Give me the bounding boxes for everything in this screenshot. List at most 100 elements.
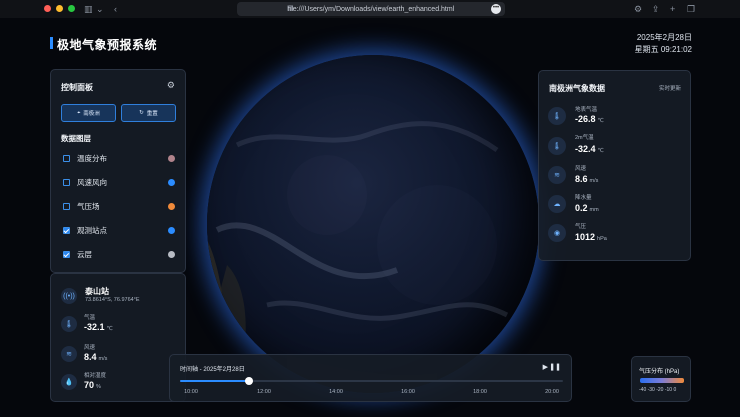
pause-icon[interactable]: ❚❚ [549, 363, 561, 371]
globe-surface [207, 121, 509, 393]
timeline-tick: 20:00 [545, 389, 559, 395]
layer-checkbox[interactable] [63, 154, 70, 162]
url-text: file:///Users/ym/Downloads/view/earth_en… [287, 5, 455, 13]
control-panel: 控制面板 ⚙ ⌖ 南极洲 ↻ 重置 数据图层 温度分布 风速风向 气压场 观测站… [50, 69, 186, 273]
layer-pressure[interactable]: 气压场 [63, 200, 175, 212]
layer-color-dot [168, 154, 175, 162]
more-icon[interactable]: ••• [491, 4, 501, 14]
tab-overview-icon[interactable]: ❐ [687, 3, 695, 15]
antarctica-button-label: 南极洲 [83, 111, 100, 117]
metric-label: 相对湿度 [84, 373, 107, 379]
layer-checkbox[interactable] [63, 202, 70, 210]
metric-value: -32.1 ℃ [84, 322, 113, 332]
back-icon[interactable]: ‹ [114, 3, 117, 15]
layer-color-dot [168, 178, 175, 186]
page-title: 极地气象预报系统 [57, 38, 158, 52]
page-icon: ▤ [287, 5, 294, 12]
gauge-icon: ◉ [548, 224, 566, 242]
legend-gradient [640, 378, 684, 383]
layer-label: 观测站点 [77, 225, 107, 235]
weather-label: 气压 [575, 224, 587, 230]
time-text: 星期五 09:21:02 [634, 45, 692, 54]
chevron-down-icon[interactable]: ⌄ [96, 3, 104, 15]
timeline-panel: 时间轴 - 2025年2月28日 ▶ ❚❚ 10:00 12:00 14:00 … [169, 354, 572, 402]
close-window-button[interactable] [44, 5, 51, 12]
metric-label: 气温 [84, 315, 96, 321]
broadcast-icon: ((•)) [61, 288, 77, 304]
layer-stations[interactable]: 观测站点 [63, 224, 175, 236]
settings-icon[interactable]: ⚙ [167, 80, 175, 91]
thermometer-icon: 🌡 [61, 316, 77, 332]
timeline-tick: 12:00 [257, 389, 271, 395]
station-name: 泰山站 [85, 287, 109, 296]
metric-value: 8.4 m/s [84, 352, 108, 362]
datetime-display: 2025年2月28日 星期五 09:21:02 [635, 32, 692, 56]
layer-clouds[interactable]: 云层 [63, 248, 175, 260]
legend-title: 气压分布 (hPa) [639, 369, 680, 375]
window-controls [44, 5, 75, 12]
weather-value: 0.2 mm [575, 203, 599, 213]
timeline-tick: 10:00 [184, 389, 198, 395]
extension-icon[interactable]: ⚙ [634, 3, 642, 15]
browser-toolbar: ▥ ⌄ ‹ ▤ file:///Users/ym/Downloads/view/… [0, 0, 740, 18]
live-update-label: 实时更新 [658, 86, 681, 92]
layer-checkbox[interactable] [63, 178, 70, 186]
layer-label: 风速风向 [77, 177, 107, 187]
timeline-tick: 14:00 [329, 389, 343, 395]
weather-label: 风速 [575, 166, 587, 172]
sidebar-toggle-icon[interactable]: ▥ [84, 3, 93, 15]
weather-label: 降水量 [575, 195, 592, 201]
share-icon[interactable]: ⇪ [652, 3, 660, 15]
weather-label: 2m气温 [575, 135, 594, 141]
weather-label: 地表气温 [575, 107, 598, 113]
layers-title: 数据图层 [61, 134, 91, 143]
layer-checkbox[interactable] [63, 226, 70, 234]
title-accent-bar [50, 37, 53, 49]
timeline-tick: 18:00 [473, 389, 487, 395]
refresh-icon: ↻ [139, 110, 144, 116]
control-panel-title: 控制面板 [61, 83, 93, 92]
legend-ticks: -40 -30 -20 -10 0 [639, 387, 677, 393]
layer-color-dot [168, 250, 175, 258]
weather-value: 8.6 m/s [575, 174, 599, 184]
antarctica-weather-panel: 南极洲气象数据 实时更新 🌡 地表气温 -26.8 ℃ 🌡 2m气温 -32.4 ℃… [538, 70, 691, 261]
play-icon[interactable]: ▶ [543, 363, 548, 371]
layer-temperature[interactable]: 温度分布 [63, 152, 175, 164]
station-panel: ((•)) 泰山站 73.8614°S, 76.9764°E 🌡 气温 -32.… [50, 273, 186, 402]
wind-icon: ≋ [61, 346, 77, 362]
layer-wind[interactable]: 风速风向 [63, 176, 175, 188]
weather-value: 1012 hPa [575, 232, 607, 242]
droplet-icon: 💧 [61, 374, 77, 390]
reset-button[interactable]: ↻ 重置 [121, 104, 176, 122]
minimize-window-button[interactable] [56, 5, 63, 12]
wind-icon: ≋ [548, 166, 566, 184]
antarctica-button[interactable]: ⌖ 南极洲 [61, 104, 116, 122]
cloud-rain-icon: ☁ [548, 195, 566, 213]
weather-panel-title: 南极洲气象数据 [549, 84, 605, 93]
timeline-handle[interactable] [244, 377, 253, 385]
metric-label: 风速 [84, 345, 96, 351]
timeline-label: 时间轴 - 2025年2月28日 [180, 367, 245, 373]
new-tab-icon[interactable]: + [670, 3, 675, 15]
timeline-track[interactable] [180, 377, 563, 385]
layer-label: 温度分布 [77, 153, 107, 163]
station-coords: 73.8614°S, 76.9764°E [85, 297, 140, 303]
pressure-legend: 气压分布 (hPa) -40 -30 -20 -10 0 [631, 356, 691, 402]
date-text: 2025年2月28日 [636, 33, 692, 42]
weather-value: -32.4 ℃ [575, 144, 604, 154]
layer-color-dot [168, 226, 175, 234]
layer-label: 云层 [77, 249, 92, 259]
address-bar[interactable]: ▤ file:///Users/ym/Downloads/view/earth_… [237, 2, 505, 16]
location-pin-icon: ⌖ [77, 109, 81, 116]
reset-button-label: 重置 [146, 111, 158, 117]
weather-value: -26.8 ℃ [575, 114, 604, 124]
layer-label: 气压场 [77, 201, 100, 211]
layer-color-dot [168, 202, 175, 210]
timeline-tick: 16:00 [401, 389, 415, 395]
timeline-progress [180, 380, 249, 382]
metric-value: 70% [84, 380, 101, 390]
earth-globe[interactable] [207, 55, 539, 393]
maximize-window-button[interactable] [68, 5, 75, 12]
thermometer-icon: 🌡 [548, 137, 566, 155]
layer-checkbox[interactable] [63, 250, 70, 258]
